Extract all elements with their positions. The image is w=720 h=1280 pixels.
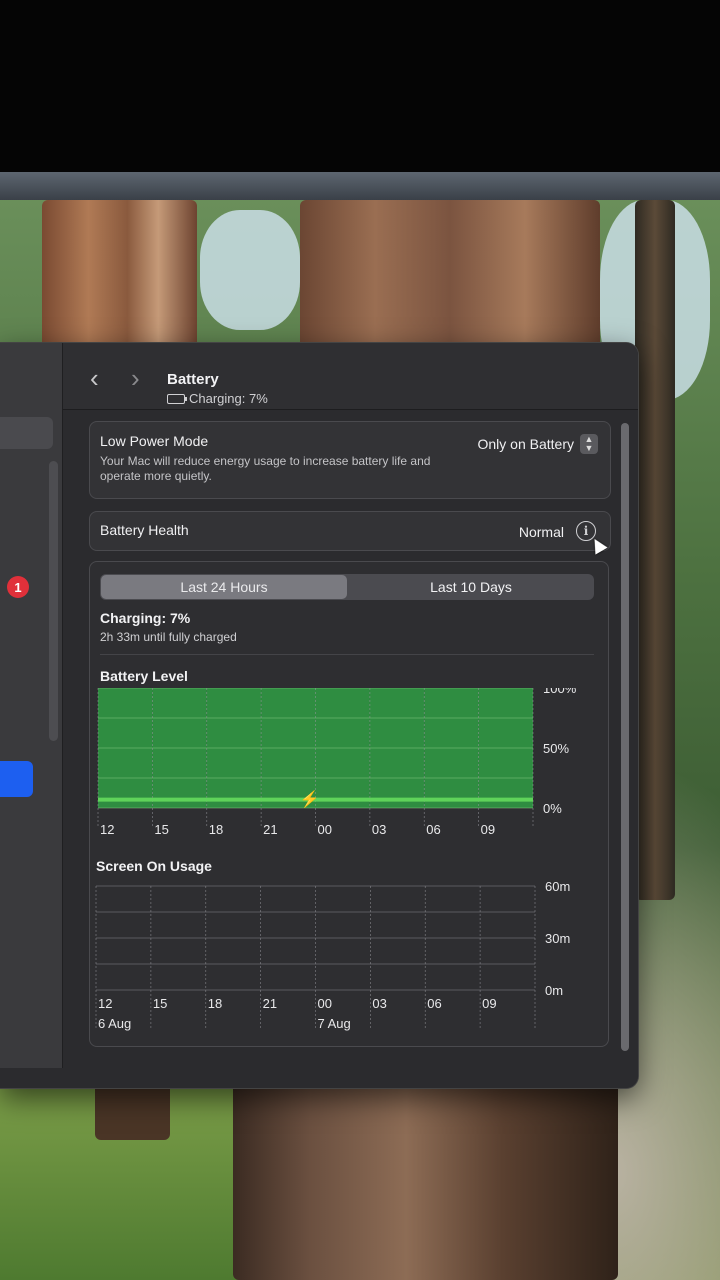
- x-tick-label: 06: [427, 996, 441, 1011]
- divider: [100, 654, 594, 655]
- camera-black-area: [0, 0, 720, 172]
- battery-level-chart-title: Battery Level: [100, 668, 188, 684]
- low-power-mode-value: Only on Battery: [477, 436, 575, 452]
- x-tick-label: 00: [318, 822, 332, 837]
- monitor-bezel: [0, 172, 720, 200]
- y-tick-label: 60m: [545, 879, 570, 894]
- y-tick-label: 30m: [545, 931, 570, 946]
- x-tick-label: 18: [209, 822, 223, 837]
- x-tick-label: 03: [372, 996, 386, 1011]
- y-tick-label: 0%: [543, 801, 562, 816]
- x-tick-label: 12: [100, 822, 114, 837]
- x-tick-label: 06: [426, 822, 440, 837]
- main-scrollbar[interactable]: [621, 423, 629, 1051]
- back-button[interactable]: ‹: [90, 365, 99, 391]
- x-tick-label: 12: [98, 996, 112, 1011]
- charging-bolt-icon: ⚡: [300, 790, 320, 809]
- settings-window: 1 ‹ › Battery Charging: 7% Low Power Mod…: [0, 343, 638, 1088]
- charging-status-detail: 2h 33m until fully charged: [100, 630, 237, 644]
- up-down-chevron-icon: ▲ ▼: [580, 434, 598, 454]
- battery-health-value: Normal: [518, 524, 564, 540]
- charging-status-title: Charging: 7%: [100, 610, 191, 626]
- y-tick-label: 100%: [543, 688, 577, 696]
- low-power-mode-row: Low Power Mode Your Mac will reduce ener…: [89, 421, 611, 499]
- battery-charging-icon: [167, 393, 187, 404]
- notification-badge: 1: [7, 576, 29, 598]
- titlebar: ‹ › Battery Charging: 7%: [63, 343, 638, 410]
- page-subtitle: Charging: 7%: [167, 391, 268, 406]
- x-tick-label: 18: [208, 996, 222, 1011]
- x-tick-label: 15: [153, 996, 167, 1011]
- x-tick-label: 00: [318, 996, 332, 1011]
- sidebar-item-battery-selected[interactable]: [0, 761, 33, 797]
- x-tick-label: 15: [154, 822, 168, 837]
- subtitle-text: Charging: 7%: [189, 391, 268, 406]
- date-label: 6 Aug: [98, 1016, 131, 1031]
- x-tick-label: 09: [481, 822, 495, 837]
- low-power-mode-label: Low Power Mode: [100, 433, 209, 449]
- battery-pane: ‹ › Battery Charging: 7% Low Power Mode …: [63, 343, 638, 1088]
- tab-last-10-days[interactable]: Last 10 Days: [348, 574, 594, 600]
- time-range-segmented-control: Last 24 Hours Last 10 Days: [100, 574, 594, 600]
- low-power-mode-description: Your Mac will reduce energy usage to inc…: [100, 454, 431, 483]
- page-title: Battery: [167, 371, 219, 388]
- y-tick-label: 50%: [543, 741, 569, 756]
- sidebar-scrollbar[interactable]: [49, 461, 58, 741]
- forward-button[interactable]: ›: [131, 365, 140, 391]
- low-power-mode-popup[interactable]: Only on Battery ▲ ▼: [477, 434, 598, 454]
- x-tick-label: 21: [263, 996, 277, 1011]
- battery-health-label: Battery Health: [100, 522, 189, 538]
- tab-last-24-hours[interactable]: Last 24 Hours: [101, 575, 347, 599]
- sidebar: 1: [0, 343, 63, 1068]
- sidebar-search-field[interactable]: [0, 417, 53, 449]
- y-tick-label: 0m: [545, 983, 563, 998]
- x-tick-label: 21: [263, 822, 277, 837]
- screen-on-usage-chart: 60m 30m 0m 12 15 18 21 00 03 06 09 6 Aug 7 Aug: [95, 879, 570, 1031]
- battery-usage-panel: Last 24 Hours Last 10 Days Charging: 7% …: [89, 561, 609, 1047]
- x-tick-label: 03: [372, 822, 386, 837]
- battery-level-chart: ⚡ 100% 50% 0% 12 15 18 21 00 03 06 09: [97, 688, 577, 837]
- date-label: 7 Aug: [318, 1016, 351, 1031]
- x-tick-label: 09: [482, 996, 496, 1011]
- info-icon[interactable]: i: [576, 521, 596, 541]
- battery-health-row: Battery Health Normal i: [89, 511, 611, 555]
- screen-on-usage-chart-title: Screen On Usage: [96, 858, 212, 874]
